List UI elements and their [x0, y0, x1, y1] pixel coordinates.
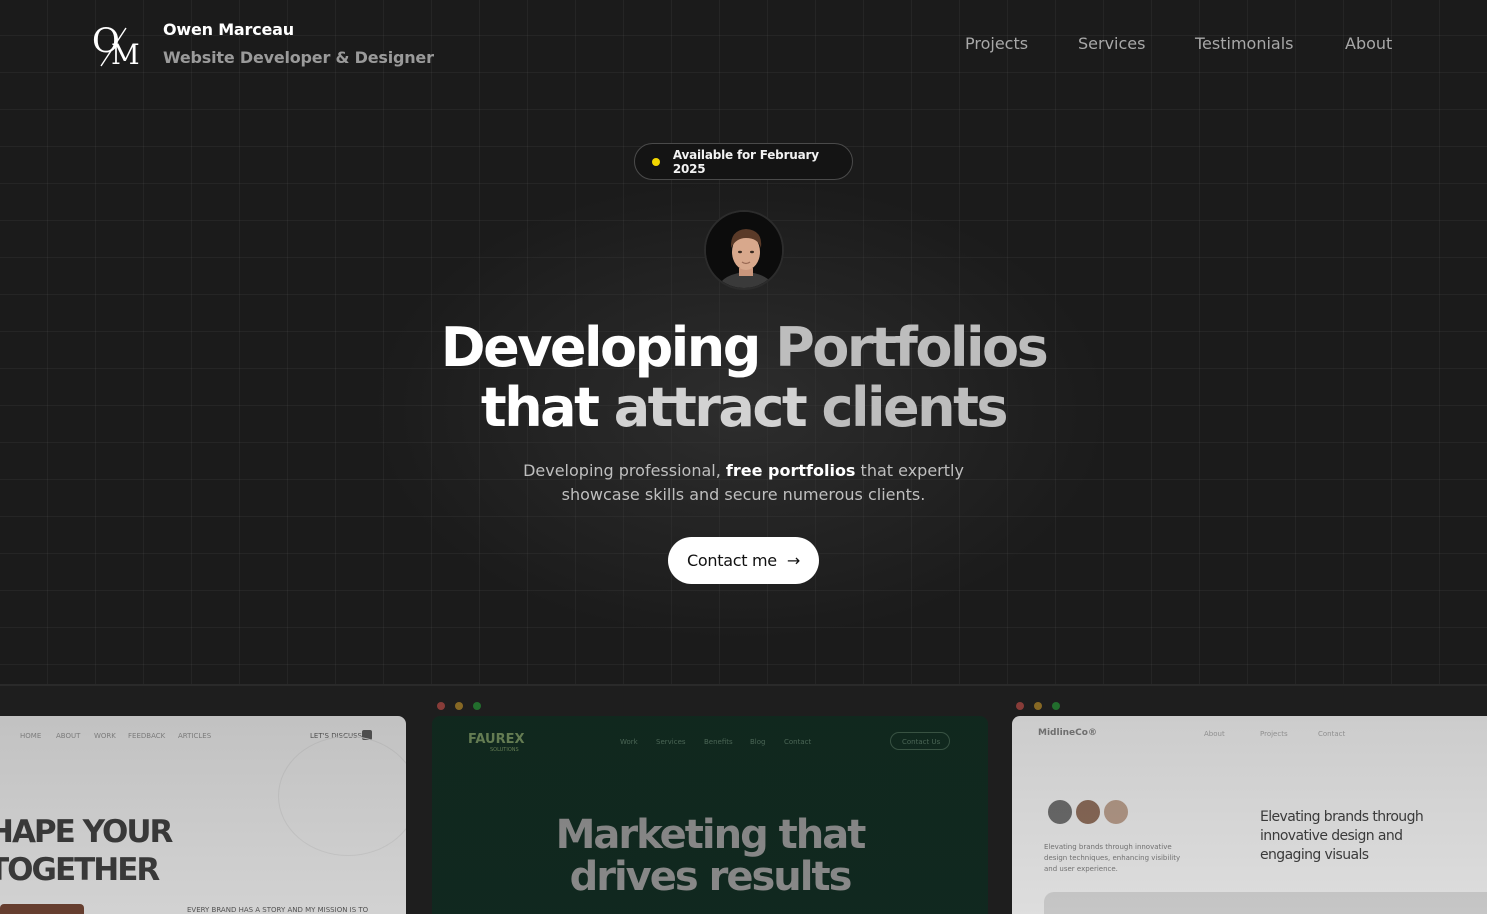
- card-nav-item: FEEDBACK: [128, 732, 166, 740]
- card-small-text: Elevating brands through innovative desi…: [1044, 843, 1181, 873]
- site-header: O M Owen Marceau Website Developer & Des…: [0, 0, 1487, 90]
- hero-headline-line-2: that attract clients: [0, 378, 1487, 438]
- headline-word: attract: [613, 376, 808, 439]
- card-thumbnail: [0, 904, 84, 914]
- card-nav-item: Work: [620, 738, 638, 746]
- card-headline: TOGETHER: [0, 852, 160, 888]
- card-brand-sub: SOLUTIONS: [490, 747, 519, 753]
- window-controls: [1016, 702, 1060, 710]
- client-avatar: [1102, 798, 1130, 826]
- card-brand: FAUREX: [468, 732, 525, 747]
- card-brand: MidlineCo®: [1038, 728, 1097, 738]
- brand-role: Website Developer & Designer: [163, 48, 434, 67]
- project-card-shape[interactable]: HOME ABOUT WORK FEEDBACK ARTICLES LET'S …: [0, 716, 406, 914]
- decorative-circle: [278, 736, 406, 856]
- arrow-right-icon: →: [786, 551, 800, 570]
- subtitle-text: that expertly: [860, 461, 964, 480]
- subtitle-text: Developing professional,: [523, 461, 721, 480]
- availability-badge: Available for February 2025: [634, 143, 853, 180]
- card-headline: engaging visuals: [1260, 847, 1369, 863]
- nav-projects[interactable]: Projects: [965, 34, 1028, 53]
- card-contact-label: Contact Us: [902, 738, 941, 746]
- nav-about[interactable]: About: [1345, 34, 1392, 53]
- svg-text:M: M: [111, 38, 140, 68]
- card-headline: innovative design and: [1260, 828, 1403, 844]
- contact-me-label: Contact me: [687, 551, 777, 570]
- project-card-midline[interactable]: MidlineCo® About Projects Contact Elevat…: [1012, 716, 1487, 914]
- hero-subtitle-line-2: showcase skills and secure numerous clie…: [561, 485, 926, 504]
- nav-services[interactable]: Services: [1078, 34, 1145, 53]
- card-headline: drives results: [569, 854, 853, 900]
- headline-word: that: [480, 376, 600, 439]
- card-nav-item: Contact: [1318, 730, 1346, 738]
- headline-word: Portfolios: [775, 316, 1048, 379]
- avatar: [704, 210, 784, 290]
- card-nav-item: Blog: [750, 738, 766, 746]
- brand-name: Owen Marceau: [163, 20, 294, 39]
- card-nav-item: ARTICLES: [178, 732, 212, 740]
- card-nav-item: Contact: [784, 738, 812, 746]
- card-nav-item: Services: [656, 738, 686, 746]
- card-nav-item: HOME: [20, 732, 42, 740]
- card-headline: Elevating brands through: [1260, 809, 1424, 825]
- card-headline: HAPE YOUR: [0, 814, 173, 850]
- card-caption: EVERY BRAND HAS A STORY AND MY MISSION I…: [187, 906, 369, 914]
- card-nav-item: WORK: [94, 732, 116, 740]
- headline-word: Developing: [440, 316, 762, 379]
- window-minimize-icon: [455, 702, 463, 710]
- window-maximize-icon: [473, 702, 481, 710]
- subtitle-highlight: free portfolios: [725, 461, 856, 480]
- contact-me-button[interactable]: Contact me →: [668, 537, 819, 584]
- portfolio-showcase: HOME ABOUT WORK FEEDBACK ARTICLES LET'S …: [0, 686, 1487, 914]
- window-minimize-icon: [1034, 702, 1042, 710]
- hero-headline-line-1: Developing Portfolios: [0, 318, 1487, 378]
- hero-subtitle-line-1: Developing professional, free portfolios…: [0, 459, 1487, 483]
- card-nav-item: About: [1204, 730, 1225, 738]
- availability-text: Available for February 2025: [672, 147, 819, 176]
- card-hero-image: [1044, 892, 1487, 914]
- card-nav-item: Projects: [1260, 730, 1288, 738]
- nav-testimonials[interactable]: Testimonials: [1195, 34, 1294, 53]
- window-controls: [437, 702, 481, 710]
- om-logo-icon[interactable]: O M: [92, 22, 144, 68]
- client-avatar: [1046, 798, 1074, 826]
- status-dot-icon: [652, 157, 660, 166]
- window-close-icon: [437, 702, 445, 710]
- window-close-icon: [1016, 702, 1024, 710]
- window-maximize-icon: [1052, 702, 1060, 710]
- card-nav-item: Benefits: [704, 738, 733, 746]
- card-headline: Marketing that: [555, 812, 867, 858]
- client-avatar: [1074, 798, 1102, 826]
- card-nav-item: ABOUT: [56, 732, 81, 740]
- project-card-faurex[interactable]: FAUREX SOLUTIONS Work Services Benefits …: [432, 716, 988, 914]
- headline-word: clients: [821, 376, 1009, 439]
